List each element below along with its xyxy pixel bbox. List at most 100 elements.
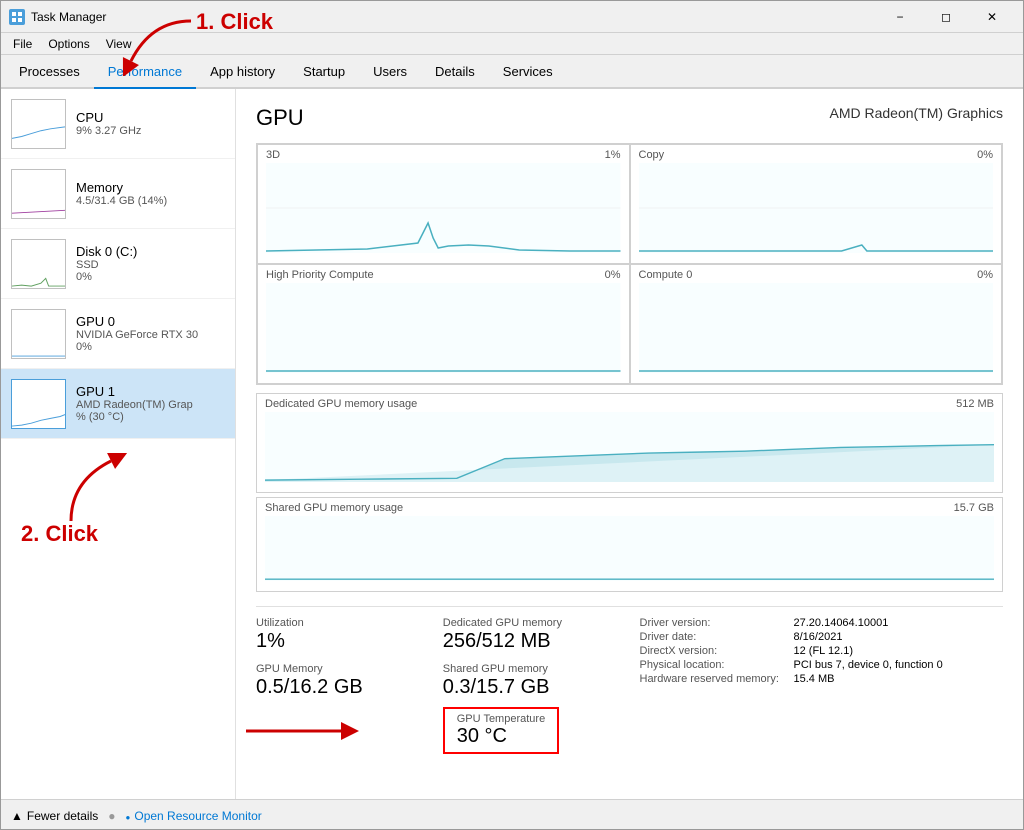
sidebar-item-cpu[interactable]: CPU 9% 3.27 GHz [1, 89, 235, 159]
gpu-header: GPU AMD Radeon(TM) Graphics [256, 105, 1003, 131]
chart-dedicated-header: Dedicated GPU memory usage 512 MB [265, 398, 994, 410]
tab-performance[interactable]: Performance [94, 55, 196, 89]
driver-date-row: Driver date: 8/16/2021 [640, 631, 1004, 643]
gpu0-pct: 0% [76, 341, 225, 353]
tab-processes[interactable]: Processes [5, 55, 94, 89]
window-controls: − ◻ ✕ [877, 1, 1015, 33]
hw-reserved-row: Hardware reserved memory: 15.4 MB [640, 673, 1004, 685]
chart-3d: 3D 1% [257, 144, 630, 264]
disk-info: Disk 0 (C:) SSD 0% [76, 244, 225, 283]
gpu1-title: GPU 1 [76, 384, 225, 399]
disk-sub: SSD [76, 259, 225, 271]
tab-startup[interactable]: Startup [289, 55, 359, 89]
chart-high-priority-canvas [266, 283, 621, 373]
chart-3d-pct: 1% [605, 149, 621, 161]
disk-graph [11, 239, 66, 289]
tab-bar: Processes Performance App history Startu… [1, 55, 1023, 89]
driver-date-key: Driver date: [640, 631, 790, 643]
stat-memory-group: Dedicated GPU memory 256/512 MB Shared G… [443, 617, 630, 754]
temp-label: GPU Temperature [457, 713, 545, 725]
fewer-details-button[interactable]: ▲ Fewer details [11, 809, 98, 823]
menu-bar: File Options View [1, 33, 1023, 55]
sidebar-item-disk[interactable]: Disk 0 (C:) SSD 0% [1, 229, 235, 299]
cpu-info: CPU 9% 3.27 GHz [76, 110, 225, 137]
open-resource-monitor-link[interactable]: Open Resource Monitor [126, 809, 262, 823]
gpu1-pct: % (30 °C) [76, 411, 225, 423]
tab-details[interactable]: Details [421, 55, 489, 89]
gpu-title: GPU [256, 105, 304, 131]
chart-3d-canvas [266, 163, 621, 253]
driver-info: Driver version: 27.20.14064.10001 Driver… [630, 617, 1004, 754]
location-row: Physical location: PCI bus 7, device 0, … [640, 659, 1004, 671]
location-key: Physical location: [640, 659, 790, 671]
content-area: GPU AMD Radeon(TM) Graphics 3D 1% [236, 89, 1023, 799]
memory-info: Memory 4.5/31.4 GB (14%) [76, 180, 225, 207]
gpu-mem-label: GPU Memory [256, 663, 435, 675]
driver-date-val: 8/16/2021 [794, 631, 843, 643]
chart-dedicated-label: Dedicated GPU memory usage [265, 398, 417, 410]
chart-shared-canvas [265, 516, 994, 581]
menu-view[interactable]: View [98, 33, 140, 54]
gpu0-info: GPU 0 NVIDIA GeForce RTX 30 0% [76, 314, 225, 353]
shared-mem-label: Shared GPU memory [443, 663, 622, 675]
memory-title: Memory [76, 180, 225, 195]
chart-compute0-pct: 0% [977, 269, 993, 281]
charts-grid: 3D 1% [256, 143, 1003, 385]
chart-compute0-header: Compute 0 0% [639, 269, 994, 281]
gpu-model: AMD Radeon(TM) Graphics [830, 105, 1004, 121]
chart-copy-pct: 0% [977, 149, 993, 161]
window-title: Task Manager [31, 10, 106, 24]
menu-options[interactable]: Options [40, 33, 97, 54]
hw-reserved-val: 15.4 MB [794, 673, 835, 685]
cpu-title: CPU [76, 110, 225, 125]
menu-file[interactable]: File [5, 33, 40, 54]
minimize-button[interactable]: − [877, 1, 923, 33]
title-bar: Task Manager − ◻ ✕ [1, 1, 1023, 33]
chart-shared-max: 15.7 GB [954, 502, 994, 514]
chart-dedicated-max: 512 MB [956, 398, 994, 410]
app-icon [9, 9, 25, 25]
tab-app-history[interactable]: App history [196, 55, 289, 89]
chart-shared-mem: Shared GPU memory usage 15.7 GB [256, 497, 1003, 592]
sidebar-item-gpu1[interactable]: GPU 1 AMD Radeon(TM) Grap % (30 °C) [1, 369, 235, 439]
disk-pct: 0% [76, 271, 225, 283]
dedicated-mem-label: Dedicated GPU memory [443, 617, 622, 629]
main-layout: CPU 9% 3.27 GHz Memory 4.5/31.4 GB (14%) [1, 89, 1023, 799]
chart-3d-label: 3D [266, 149, 280, 161]
driver-version-val: 27.20.14064.10001 [794, 617, 889, 629]
chevron-up-icon: ▲ [11, 809, 23, 823]
tab-services[interactable]: Services [489, 55, 567, 89]
sidebar-item-gpu0[interactable]: GPU 0 NVIDIA GeForce RTX 30 0% [1, 299, 235, 369]
sidebar-item-memory[interactable]: Memory 4.5/31.4 GB (14%) [1, 159, 235, 229]
chart-high-priority: High Priority Compute 0% [257, 264, 630, 384]
directx-row: DirectX version: 12 (FL 12.1) [640, 645, 1004, 657]
chart-high-priority-label: High Priority Compute [266, 269, 374, 281]
chart-copy-canvas [639, 163, 994, 253]
chart-copy-label: Copy [639, 149, 665, 161]
chart-3d-header: 3D 1% [266, 149, 621, 161]
cpu-graph [11, 99, 66, 149]
directx-val: 12 (FL 12.1) [794, 645, 854, 657]
chart-high-priority-header: High Priority Compute 0% [266, 269, 621, 281]
hw-reserved-key: Hardware reserved memory: [640, 673, 790, 685]
chart-shared-label: Shared GPU memory usage [265, 502, 403, 514]
bottom-bar: ▲ Fewer details ● Open Resource Monitor [1, 799, 1023, 830]
gpu0-graph [11, 309, 66, 359]
chart-dedicated-canvas [265, 412, 994, 482]
close-button[interactable]: ✕ [969, 1, 1015, 33]
location-val: PCI bus 7, device 0, function 0 [794, 659, 943, 671]
utilization-value: 1% [256, 629, 435, 653]
sidebar: CPU 9% 3.27 GHz Memory 4.5/31.4 GB (14%) [1, 89, 236, 799]
chart-compute0-canvas [639, 283, 994, 373]
tab-users[interactable]: Users [359, 55, 421, 89]
chart-shared-header: Shared GPU memory usage 15.7 GB [265, 502, 994, 514]
driver-version-key: Driver version: [640, 617, 790, 629]
dedicated-mem-value: 256/512 MB [443, 629, 622, 653]
maximize-button[interactable]: ◻ [923, 1, 969, 33]
chart-copy: Copy 0% [630, 144, 1003, 264]
gpu0-sub: NVIDIA GeForce RTX 30 [76, 329, 225, 341]
chart-high-priority-pct: 0% [605, 269, 621, 281]
chart-dedicated-mem: Dedicated GPU memory usage 512 MB [256, 393, 1003, 493]
temp-value: 30 °C [457, 725, 545, 748]
gpu-mem-value: 0.5/16.2 GB [256, 675, 435, 699]
